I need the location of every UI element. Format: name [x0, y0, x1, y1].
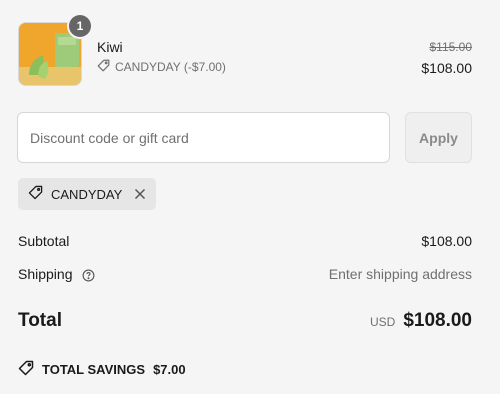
product-discount-label: CANDYDAY (-$7.00)	[115, 60, 226, 74]
subtotal-row: Subtotal $108.00	[18, 233, 472, 249]
product-discount: CANDYDAY (-$7.00)	[97, 59, 226, 75]
original-price: $115.00	[429, 40, 473, 54]
apply-button[interactable]: Apply	[405, 112, 472, 163]
applied-discount-chip: CANDYDAY	[18, 178, 156, 210]
help-icon[interactable]	[82, 269, 95, 282]
tag-icon	[18, 360, 34, 379]
total-savings: TOTAL SAVINGS $7.00	[18, 360, 186, 379]
tag-icon	[97, 59, 110, 75]
shipping-value: Enter shipping address	[328, 266, 472, 282]
subtotal-label: Subtotal	[18, 233, 70, 249]
total-label: Total	[18, 310, 62, 331]
subtotal-value: $108.00	[421, 233, 472, 249]
total-amount: $108.00	[403, 310, 472, 331]
product-name: Kiwi	[97, 39, 123, 55]
product-image: 1	[18, 15, 91, 86]
close-icon[interactable]	[134, 188, 146, 200]
quantity-badge: 1	[69, 15, 91, 37]
applied-code-label: CANDYDAY	[51, 186, 123, 202]
total-row: Total USD $108.00	[18, 310, 472, 332]
discount-code-input[interactable]	[17, 112, 390, 163]
savings-value: $7.00	[153, 362, 186, 377]
savings-label: TOTAL SAVINGS	[42, 362, 146, 377]
shipping-label: Shipping	[18, 266, 73, 282]
line-item: 1 Kiwi CANDYDAY (-$7.00) $115.00 $108.00	[18, 15, 473, 86]
tag-icon	[28, 185, 43, 203]
currency-code: USD	[369, 315, 396, 329]
product-price: $108.00	[421, 60, 472, 76]
shipping-row: Shipping Enter shipping address	[18, 266, 472, 282]
